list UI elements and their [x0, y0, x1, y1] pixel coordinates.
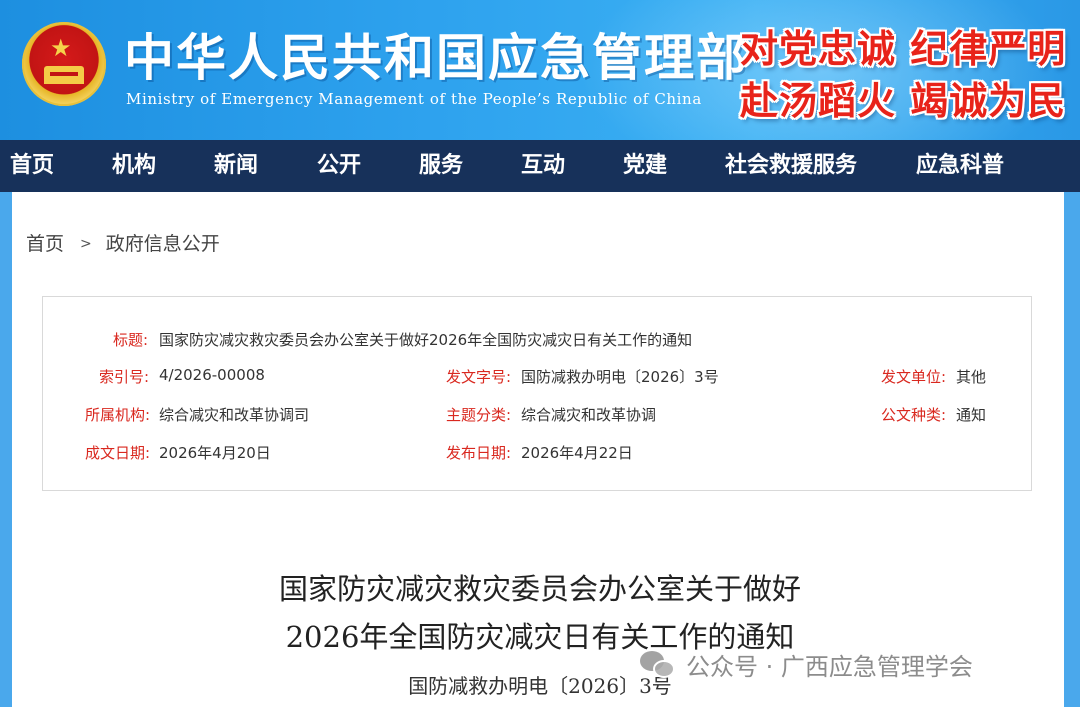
meta-written-value: 2026年4月20日 [159, 444, 271, 462]
nav-item-organization[interactable]: 机构 [112, 140, 156, 192]
breadcrumb: 首页 > 政府信息公开 [26, 229, 220, 256]
nav-item-party[interactable]: 党建 [623, 140, 667, 192]
nav-item-news[interactable]: 新闻 [214, 140, 258, 192]
main-nav: 首页 机构 新闻 公开 服务 互动 党建 社会救援服务 应急科普 [0, 140, 1080, 192]
site-subtitle: Ministry of Emergency Management of the … [126, 90, 702, 108]
breadcrumb-current[interactable]: 政府信息公开 [106, 233, 220, 255]
meta-type-label: 公文种类: [881, 406, 947, 424]
national-emblem-icon: ★ [22, 22, 106, 106]
nav-item-rescue-services[interactable]: 社会救援服务 [725, 140, 857, 192]
meta-org-label: 所属机构: [85, 406, 151, 424]
slogan-line-2: 赴汤蹈火 竭诚为民 [740, 78, 1067, 123]
nav-item-public[interactable]: 公开 [317, 140, 361, 192]
meta-type-value: 通知 [956, 406, 987, 424]
header-banner: ★ 中华人民共和国应急管理部 Ministry of Emergency Man… [0, 0, 1080, 140]
meta-published-value: 2026年4月22日 [521, 444, 633, 462]
breadcrumb-home[interactable]: 首页 [26, 233, 64, 255]
nav-item-services[interactable]: 服务 [419, 140, 463, 192]
gate-icon [44, 66, 84, 84]
meta-issuer-value: 其他 [956, 368, 987, 386]
meta-published-label: 发布日期: [446, 444, 512, 462]
document-meta-box: 标题: 国家防灾减灾救灾委员会办公室关于做好2026年全国防灾减灾日有关工作的通… [42, 296, 1032, 491]
document-title-line-1: 国家防灾减灾救灾委员会办公室关于做好 [278, 572, 801, 606]
meta-docno-value: 国防减救办明电〔2026〕3号 [521, 368, 719, 386]
nav-item-home[interactable]: 首页 [10, 140, 54, 192]
meta-topic-label: 主题分类: [446, 406, 512, 424]
watermark: 公众号 · 广西应急管理学会 [640, 647, 973, 681]
slogan-line-1: 对党忠诚 纪律严明 [740, 26, 1067, 71]
site-title[interactable]: 中华人民共和国应急管理部 [124, 18, 748, 90]
wechat-icon [640, 649, 676, 679]
breadcrumb-separator: > [80, 236, 92, 252]
meta-org-value: 综合减灾和改革协调司 [159, 406, 310, 424]
meta-title-value: 国家防灾减灾救灾委员会办公室关于做好2026年全国防灾减灾日有关工作的通知 [159, 331, 693, 349]
star-icon: ★ [50, 34, 72, 62]
watermark-text: 公众号 · 广西应急管理学会 [686, 652, 973, 681]
meta-topic-value: 综合减灾和改革协调 [521, 406, 657, 424]
meta-docno-label: 发文字号: [446, 368, 512, 386]
meta-title-label: 标题: [113, 331, 149, 349]
nav-item-science[interactable]: 应急科普 [916, 140, 1004, 192]
meta-index-label: 索引号: [99, 368, 150, 386]
nav-item-interaction[interactable]: 互动 [521, 140, 565, 192]
meta-written-label: 成文日期: [85, 444, 151, 462]
meta-index-value: 4/2026-00008 [159, 366, 265, 384]
meta-issuer-label: 发文单位: [881, 368, 947, 386]
